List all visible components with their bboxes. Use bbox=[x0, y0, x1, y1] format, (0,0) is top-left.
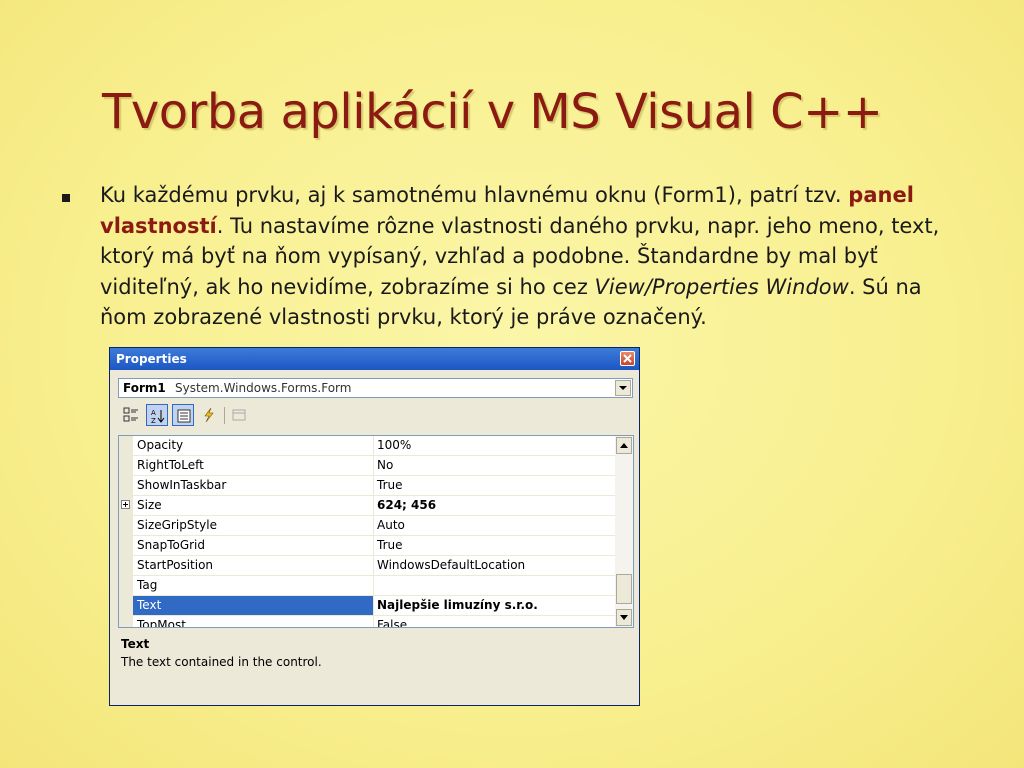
property-row[interactable]: SnapToGrid True bbox=[119, 536, 618, 556]
categorized-icon bbox=[123, 407, 138, 422]
description-title: Text bbox=[121, 637, 150, 651]
property-pages-button[interactable] bbox=[228, 404, 250, 426]
property-value[interactable]: Najlepšie limuzíny s.r.o. bbox=[374, 596, 618, 616]
property-pages-icon bbox=[232, 409, 246, 421]
expand-plus-icon[interactable] bbox=[121, 500, 130, 509]
property-row[interactable]: RightToLeft No bbox=[119, 456, 618, 476]
close-button[interactable] bbox=[620, 351, 635, 366]
description-text: The text contained in the control. bbox=[121, 655, 322, 669]
property-row[interactable]: Size 624; 456 bbox=[119, 496, 618, 516]
properties-toolbar: A Z bbox=[118, 404, 633, 430]
properties-window: Properties Form1 System.Windows.Forms.Fo… bbox=[109, 347, 640, 706]
property-row[interactable]: Text Najlepšie limuzíny s.r.o. bbox=[119, 596, 618, 616]
property-row[interactable]: ShowInTaskbar True bbox=[119, 476, 618, 496]
scroll-down-button[interactable] bbox=[616, 609, 632, 626]
chevron-up-icon bbox=[620, 443, 628, 448]
property-name[interactable]: Tag bbox=[133, 576, 374, 596]
alphabetical-button[interactable]: A Z bbox=[146, 404, 168, 426]
property-value[interactable]: No bbox=[374, 456, 618, 476]
properties-title: Properties bbox=[116, 352, 187, 366]
property-grid: Opacity 100% RightToLeft No ShowInTaskbar Tru… bbox=[118, 435, 634, 628]
scroll-thumb[interactable] bbox=[616, 574, 632, 604]
property-name[interactable]: ShowInTaskbar bbox=[133, 476, 374, 496]
property-name[interactable]: TopMost bbox=[133, 616, 374, 627]
vertical-scrollbar[interactable] bbox=[615, 436, 633, 627]
bullet-italic: View/Properties Window bbox=[594, 274, 849, 299]
property-row[interactable]: TopMost False bbox=[119, 616, 618, 627]
property-name[interactable]: SnapToGrid bbox=[133, 536, 374, 556]
property-value[interactable]: True bbox=[374, 536, 618, 556]
property-value[interactable]: 100% bbox=[374, 436, 618, 456]
bullet-marker bbox=[62, 194, 70, 202]
properties-icon bbox=[177, 409, 191, 423]
property-value[interactable]: False bbox=[374, 616, 618, 627]
property-name[interactable]: StartPosition bbox=[133, 556, 374, 576]
events-icon bbox=[204, 407, 214, 423]
alphabetical-icon: A Z bbox=[151, 409, 165, 424]
property-value[interactable]: Auto bbox=[374, 516, 618, 536]
property-row[interactable]: Tag bbox=[119, 576, 618, 596]
scroll-up-button[interactable] bbox=[616, 437, 632, 454]
property-value[interactable]: WindowsDefaultLocation bbox=[374, 556, 618, 576]
property-row[interactable]: StartPosition WindowsDefaultLocation bbox=[119, 556, 618, 576]
close-icon bbox=[623, 354, 632, 363]
bullet-text: Ku každému prvku, aj k samotnému hlavném… bbox=[100, 180, 958, 333]
object-selector[interactable]: Form1 System.Windows.Forms.Form bbox=[118, 378, 633, 398]
svg-text:Z: Z bbox=[151, 417, 156, 424]
property-row[interactable]: SizeGripStyle Auto bbox=[119, 516, 618, 536]
property-name[interactable]: SizeGripStyle bbox=[133, 516, 374, 536]
object-name: Form1 bbox=[123, 381, 166, 395]
toolbar-divider bbox=[224, 407, 225, 424]
property-name[interactable]: Text bbox=[133, 596, 374, 616]
description-panel: Text The text contained in the control. bbox=[118, 635, 633, 695]
chevron-down-icon bbox=[619, 386, 627, 390]
property-value[interactable]: True bbox=[374, 476, 618, 496]
chevron-down-icon bbox=[620, 615, 628, 620]
property-name[interactable]: Size bbox=[133, 496, 374, 516]
property-value[interactable]: 624; 456 bbox=[374, 496, 618, 516]
categorized-button[interactable] bbox=[120, 404, 142, 426]
object-type: System.Windows.Forms.Form bbox=[175, 381, 352, 395]
bullet-text-part1: Ku každému prvku, aj k samotnému hlavném… bbox=[100, 183, 842, 207]
property-name[interactable]: Opacity bbox=[133, 436, 374, 456]
properties-view-button[interactable] bbox=[172, 404, 194, 426]
property-value[interactable] bbox=[374, 576, 618, 596]
events-button[interactable] bbox=[198, 404, 220, 426]
property-name[interactable]: RightToLeft bbox=[133, 456, 374, 476]
slide-title: Tvorba aplikácií v MS Visual C++ bbox=[102, 84, 883, 140]
object-dropdown-button[interactable] bbox=[615, 380, 631, 396]
properties-titlebar[interactable]: Properties bbox=[110, 348, 639, 370]
svg-text:A: A bbox=[151, 409, 156, 417]
property-rows: Opacity 100% RightToLeft No ShowInTaskbar Tru… bbox=[119, 436, 618, 627]
property-row[interactable]: Opacity 100% bbox=[119, 436, 618, 456]
